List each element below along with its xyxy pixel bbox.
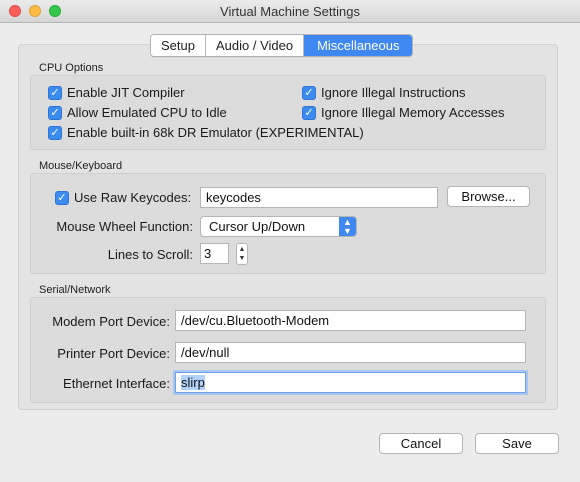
modem-port-label: Modem Port Device: (52, 314, 170, 329)
checkmark-icon[interactable]: ✓ (48, 85, 62, 100)
tab-setup[interactable]: Setup (151, 35, 206, 56)
modem-port-field[interactable]: /dev/cu.Bluetooth-Modem (175, 310, 526, 331)
save-button[interactable]: Save (475, 433, 559, 454)
allow-idle-checkbox-row[interactable]: ✓ Allow Emulated CPU to Idle (48, 105, 227, 120)
tab-bar: Setup Audio / Video Miscellaneous (150, 34, 414, 57)
printer-port-field[interactable]: /dev/null (175, 342, 526, 363)
dr-emulator-label: Enable built-in 68k DR Emulator (EXPERIM… (67, 125, 364, 140)
tab-miscellaneous[interactable]: Miscellaneous (304, 35, 413, 56)
checkmark-icon[interactable]: ✓ (302, 85, 316, 100)
serial-network-heading: Serial/Network (39, 284, 111, 296)
mouse-keyboard-heading: Mouse/Keyboard (39, 160, 123, 172)
title-bar: Virtual Machine Settings (0, 0, 580, 23)
raw-keycodes-checkbox-row[interactable]: ✓ Use Raw Keycodes: (55, 190, 191, 205)
keycodes-file-field[interactable]: keycodes (200, 187, 438, 208)
allow-idle-label: Allow Emulated CPU to Idle (67, 105, 227, 120)
window-title: Virtual Machine Settings (220, 4, 360, 19)
checkmark-icon[interactable]: ✓ (302, 105, 316, 120)
ignore-illegal-memory-label: Ignore Illegal Memory Accesses (321, 105, 505, 120)
ethernet-interface-label: Ethernet Interface: (63, 376, 170, 391)
checkmark-icon[interactable]: ✓ (55, 190, 69, 205)
checkmark-icon[interactable]: ✓ (48, 125, 62, 140)
lines-to-scroll-label: Lines to Scroll: (107, 247, 193, 262)
ignore-illegal-memory-checkbox-row[interactable]: ✓ Ignore Illegal Memory Accesses (302, 105, 505, 120)
ignore-illegal-instructions-checkbox-row[interactable]: ✓ Ignore Illegal Instructions (302, 85, 466, 100)
tab-audio-video[interactable]: Audio / Video (205, 35, 305, 56)
ignore-illegal-instructions-label: Ignore Illegal Instructions (321, 85, 466, 100)
raw-keycodes-label: Use Raw Keycodes: (74, 190, 192, 205)
printer-port-label: Printer Port Device: (57, 346, 170, 361)
lines-to-scroll-field[interactable]: 3 (200, 243, 229, 264)
checkmark-icon[interactable]: ✓ (48, 105, 62, 120)
mouse-wheel-popup[interactable]: Cursor Up/Down ▲ ▼ (200, 216, 357, 237)
settings-window: Virtual Machine Settings Setup Audio / V… (0, 0, 580, 482)
enable-jit-label: Enable JIT Compiler (67, 85, 185, 100)
dr-emulator-checkbox-row[interactable]: ✓ Enable built-in 68k DR Emulator (EXPER… (48, 125, 364, 140)
enable-jit-checkbox-row[interactable]: ✓ Enable JIT Compiler (48, 85, 185, 100)
browse-button[interactable]: Browse... (447, 186, 530, 207)
stepper-arrows-icon[interactable]: ▲ ▼ (236, 243, 248, 265)
cpu-options-heading: CPU Options (39, 62, 104, 74)
ethernet-interface-value: slirp (181, 375, 205, 390)
ethernet-interface-field[interactable]: slirp (175, 372, 526, 393)
mouse-wheel-label: Mouse Wheel Function: (56, 219, 193, 234)
mouse-wheel-value: Cursor Up/Down (209, 219, 306, 234)
up-down-arrows-icon: ▲ ▼ (339, 217, 356, 236)
cancel-button[interactable]: Cancel (379, 433, 463, 454)
